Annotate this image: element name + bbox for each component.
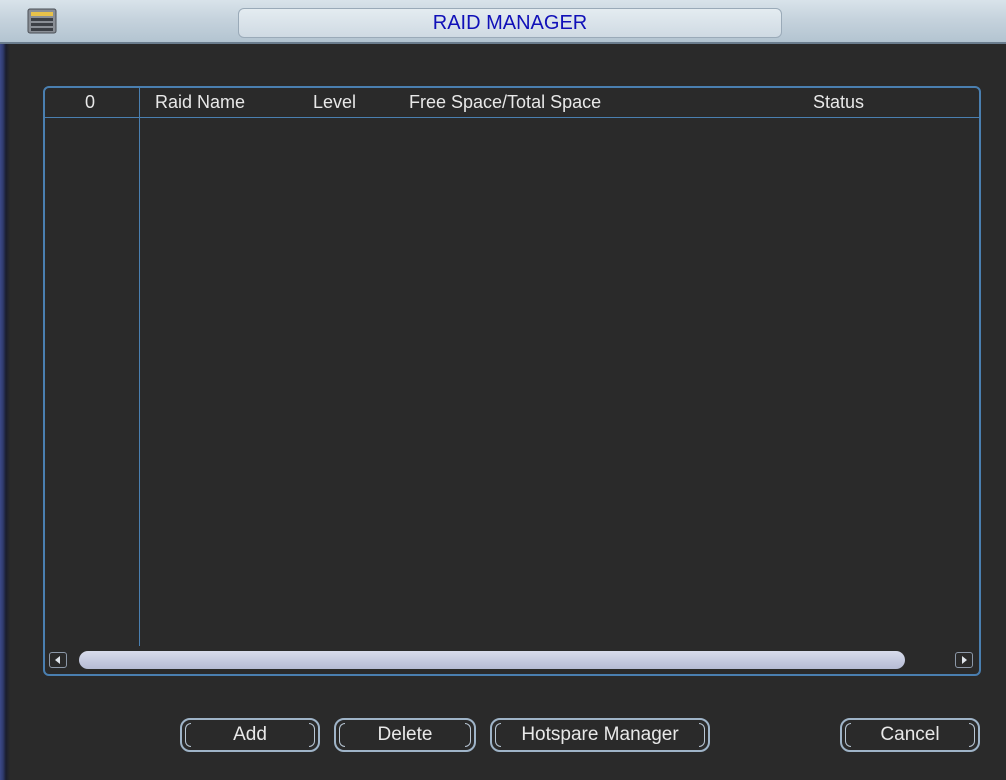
hotspare-manager-button[interactable]: Hotspare Manager: [490, 718, 710, 752]
column-divider: [139, 88, 140, 646]
scroll-right-button[interactable]: [955, 652, 973, 668]
raid-table: 0 Raid Name Level Free Space/Total Space…: [43, 86, 981, 676]
scroll-left-button[interactable]: [49, 652, 67, 668]
scrollbar-thumb[interactable]: [79, 651, 905, 669]
title-bar: RAID MANAGER: [0, 0, 1006, 44]
table-header: 0 Raid Name Level Free Space/Total Space…: [45, 88, 979, 118]
cancel-button[interactable]: Cancel: [840, 718, 980, 752]
delete-button[interactable]: Delete: [334, 718, 476, 752]
raid-manager-window: RAID MANAGER 0 Raid Name Level Free Spac…: [0, 0, 1006, 780]
column-header-index[interactable]: 0: [85, 92, 95, 113]
raid-icon: [26, 7, 58, 35]
add-button[interactable]: Add: [180, 718, 320, 752]
horizontal-scrollbar[interactable]: [49, 650, 975, 670]
window-title: RAID MANAGER: [238, 8, 782, 38]
window-left-edge: [0, 0, 10, 780]
column-header-space[interactable]: Free Space/Total Space: [409, 92, 601, 113]
column-header-level[interactable]: Level: [313, 92, 356, 113]
column-header-raid-name[interactable]: Raid Name: [155, 92, 245, 113]
column-header-status[interactable]: Status: [813, 92, 864, 113]
